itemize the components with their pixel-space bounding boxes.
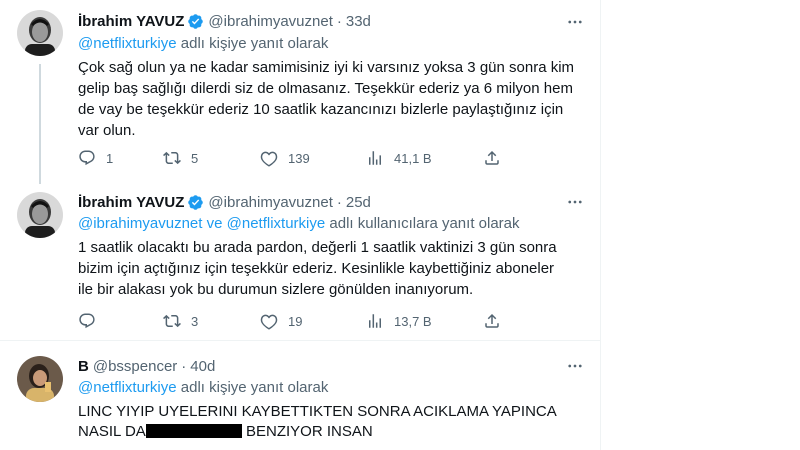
reply-joiner: ve: [202, 215, 227, 232]
more-horizontal-icon[interactable]: [561, 192, 589, 212]
author-name[interactable]: B: [78, 358, 89, 375]
verified-badge-icon: [187, 13, 204, 30]
like-count: 139: [288, 150, 310, 166]
views-count: 41,1 B: [394, 150, 432, 166]
author-handle[interactable]: @bsspencer: [93, 358, 177, 375]
share-icon: [485, 313, 499, 328]
heart-icon: [260, 151, 278, 167]
author-name[interactable]: İbrahim YAVUZ: [78, 194, 184, 211]
tweet-text-line: NASIL DA BENZIYOR INSAN: [78, 422, 588, 442]
retweet-icon: [163, 151, 181, 165]
avatar[interactable]: [17, 356, 63, 402]
reply-icon: [79, 313, 95, 329]
tweet-timestamp[interactable]: 25d: [346, 194, 371, 211]
views-button[interactable]: 41,1 B: [366, 148, 432, 168]
avatar[interactable]: [17, 192, 63, 238]
verified-badge-icon: [187, 194, 204, 211]
text-before-redaction: NASIL DA: [78, 423, 146, 440]
separator-dot: ·: [336, 193, 342, 211]
tweet-actions: 3 19 13,7 B: [70, 311, 510, 331]
tweet-text-line: bizim için açtığınız için teşekkür ederi…: [78, 260, 555, 277]
tweet-actions: 1 5 139 41,1 B: [70, 148, 510, 168]
tweet-text: Çok sağ olun ya ne kadar samimisiniz iyi…: [78, 57, 588, 141]
views-icon: [369, 151, 381, 165]
reply-button[interactable]: 1: [78, 148, 113, 168]
like-button[interactable]: 139: [260, 148, 310, 168]
views-icon: [369, 314, 381, 328]
reply-suffix: adlı kişiye yanıt olarak: [176, 35, 329, 52]
retweet-count: 5: [191, 150, 199, 166]
more-horizontal-icon[interactable]: [561, 12, 589, 32]
views-button[interactable]: 13,7 B: [366, 311, 432, 331]
reply-count: 1: [106, 150, 114, 166]
views-count: 13,7 B: [394, 313, 432, 329]
tweet-text-line: LINC YIYIP UYELERINI KAYBETTIKTEN SONRA …: [78, 403, 557, 420]
separator-dot: ·: [336, 12, 342, 30]
author-handle[interactable]: @ibrahimyavuznet: [208, 13, 332, 30]
retweet-count: 3: [191, 313, 199, 329]
more-horizontal-icon[interactable]: [561, 356, 589, 376]
replying-to: @netflixturkiye adlı kişiye yanıt olarak: [78, 35, 328, 55]
reply-icon: [79, 150, 95, 166]
author-name[interactable]: İbrahim YAVUZ: [78, 13, 184, 30]
tweet-timestamp[interactable]: 40d: [190, 358, 215, 375]
avatar[interactable]: [17, 10, 63, 56]
retweet-button[interactable]: 5: [163, 148, 198, 168]
tweet-feed: İbrahim YAVUZ @ibrahimyavuznet · 33d @ne…: [0, 0, 601, 450]
mention-link[interactable]: @netflixturkiye: [78, 35, 177, 52]
reply-suffix: adlı kişiye yanıt olarak: [176, 379, 329, 396]
reply-button[interactable]: [78, 311, 106, 331]
tweet-text-line: var olun.: [78, 122, 136, 139]
tweet-timestamp[interactable]: 33d: [346, 13, 371, 30]
mention-link[interactable]: @ibrahimyavuznet: [78, 215, 202, 232]
share-icon: [485, 150, 499, 165]
retweet-icon: [163, 314, 181, 328]
redaction-block: [145, 424, 242, 438]
like-button[interactable]: 19: [260, 311, 302, 331]
mention-link[interactable]: @netflixturkiye: [227, 215, 326, 232]
share-button[interactable]: [483, 148, 501, 168]
tweet[interactable]: İbrahim YAVUZ @ibrahimyavuznet · 33d @ne…: [0, 0, 600, 184]
tweet-text-line: Çok sağ olun ya ne kadar samimisiniz iyi…: [78, 59, 575, 76]
author-handle[interactable]: @ibrahimyavuznet: [208, 194, 332, 211]
thread-connector-line: [39, 64, 41, 184]
tweet-header: İbrahim YAVUZ @ibrahimyavuznet · 25d: [78, 192, 371, 212]
tweet[interactable]: B @bsspencer · 40d @netflixturkiye adlı …: [0, 342, 600, 450]
tweet-text-line: de vay be teşekkür ederiz 10 saatlik kaz…: [78, 101, 564, 118]
replying-to: @netflixturkiye adlı kişiye yanıt olarak: [78, 379, 328, 399]
tweet-header: B @bsspencer · 40d: [78, 356, 215, 376]
tweet-text-line: ile bir alakası yok bu durumun sizlere g…: [78, 281, 474, 298]
tweet-text-line: 1 saatlik olacaktı bu arada pardon, değe…: [78, 239, 557, 256]
like-count: 19: [288, 313, 303, 329]
text-after-redaction: BENZIYOR INSAN: [245, 423, 373, 440]
tweet[interactable]: İbrahim YAVUZ @ibrahimyavuznet · 25d @ib…: [0, 176, 600, 341]
separator-dot: ·: [181, 357, 187, 375]
tweet-text-line: gelip baş sağlığı dilerdi siz de olmasan…: [78, 80, 573, 97]
replying-to: @ibrahimyavuznet ve @netflixturkiye adlı…: [78, 215, 520, 235]
tweet-header: İbrahim YAVUZ @ibrahimyavuznet · 33d: [78, 11, 371, 31]
mention-link[interactable]: @netflixturkiye: [78, 379, 177, 396]
retweet-button[interactable]: 3: [163, 311, 198, 331]
heart-icon: [260, 314, 278, 330]
reply-suffix: adlı kullanıcılara yanıt olarak: [325, 215, 520, 232]
share-button[interactable]: [483, 311, 501, 331]
tweet-text: LINC YIYIP UYELERINI KAYBETTIKTEN SONRA …: [78, 402, 588, 442]
tweet-text: 1 saatlik olacaktı bu arada pardon, değe…: [78, 237, 588, 300]
